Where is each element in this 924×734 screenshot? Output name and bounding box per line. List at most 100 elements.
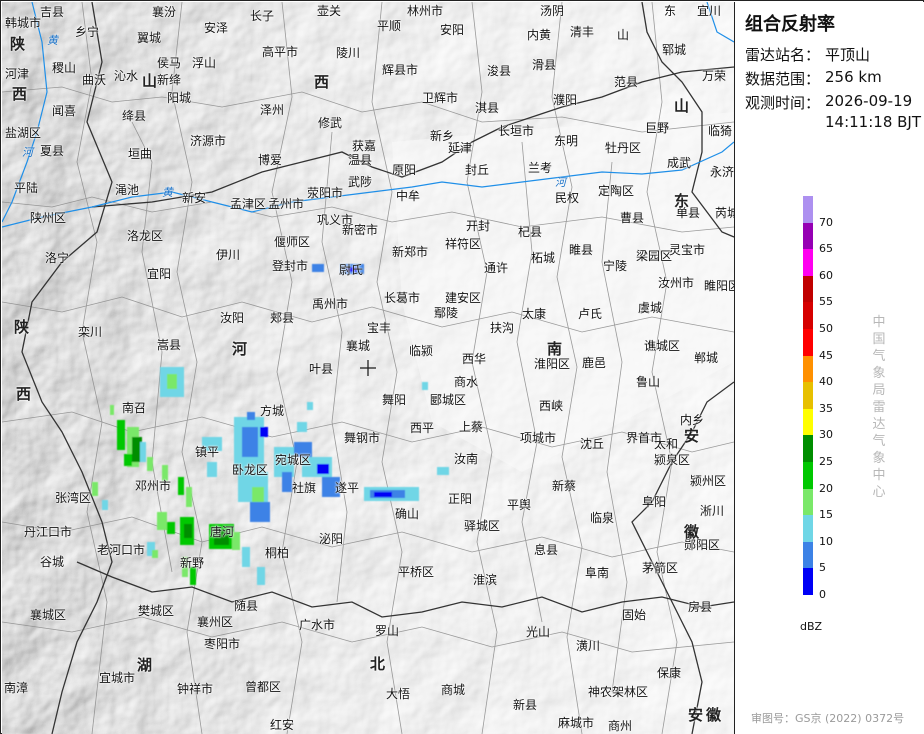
place-label: 正阳	[448, 492, 473, 506]
place-label: 襄汾	[152, 5, 177, 19]
legend-swatch	[803, 541, 813, 569]
place-label: 上蔡	[459, 420, 484, 434]
radar-product-frame: 吉县 乡宁 襄汾 翼城 浮山 安泽 长子 壶关 平顺 林州市 安阳 汤阴 内黄 …	[0, 0, 924, 734]
province-label: 湖	[137, 656, 153, 674]
place-label: 内乡	[680, 413, 705, 427]
place-label: 汤阴	[540, 4, 565, 18]
place-label: 桐柏	[265, 546, 290, 560]
time-clock: 14:11:18 BJT	[825, 113, 922, 131]
legend-tick-label: 0	[819, 588, 826, 601]
place-label: 商城	[441, 683, 466, 697]
place-label: 辉县市	[382, 63, 419, 77]
place-label: 济源市	[190, 134, 227, 148]
river-label: 黄	[162, 186, 173, 199]
map-approval-number: 审图号：GS京 (2022) 0372号	[751, 712, 905, 725]
place-label: 遂平	[335, 481, 360, 495]
place-label: 杞县	[518, 225, 543, 239]
legend-swatch	[803, 355, 813, 383]
place-label: 襄城	[346, 339, 371, 353]
info-panel: 组合反射率 雷达站名： 平顶山 数据范围： 256 km 观测时间： 2026-…	[735, 2, 924, 734]
range-label: 数据范围：	[745, 70, 821, 88]
place-label: 卧龙区	[232, 463, 269, 477]
place-label: 博爱	[258, 153, 283, 167]
place-label: 定陶区	[598, 184, 635, 198]
place-label: 洛宁	[45, 251, 70, 265]
legend-swatch	[803, 488, 813, 516]
legend-swatch	[803, 408, 813, 436]
place-label: 光山	[526, 625, 551, 639]
place-label: 伊川	[216, 248, 241, 262]
place-label: 息县	[534, 543, 559, 557]
place-label: 社旗	[292, 481, 317, 495]
place-label: 浚县	[487, 64, 512, 78]
legend-swatch	[803, 329, 813, 357]
place-label: 郏县	[270, 311, 295, 325]
range-value: 256 km	[825, 68, 882, 86]
place-label: 襄城区	[30, 608, 67, 622]
place-label: 卫辉市	[422, 91, 459, 105]
place-label: 安泽	[204, 21, 229, 35]
place-label: 东明	[554, 134, 579, 148]
place-label: 太康	[522, 307, 547, 321]
place-label: 临颍	[409, 344, 434, 358]
legend-tick-label: 25	[819, 455, 833, 468]
province-label: 南	[547, 340, 563, 358]
place-label: 郾城区	[430, 393, 467, 407]
place-label: 林州市	[407, 4, 444, 18]
place-label: 新郑市	[392, 245, 429, 259]
river-label: 河	[22, 146, 33, 159]
place-label: 山	[617, 28, 630, 42]
place-label: 随县	[234, 599, 259, 613]
legend-swatch	[803, 382, 813, 410]
place-label: 渑池	[115, 183, 140, 197]
place-label: 西峡	[539, 399, 564, 413]
province-label: 陕	[14, 318, 30, 336]
legend-tick-label: 65	[819, 242, 833, 256]
place-label: 项城市	[520, 431, 557, 445]
place-label: 新县	[513, 698, 538, 712]
place-label: 南召	[122, 401, 147, 415]
time-label: 观测时间：	[745, 94, 821, 112]
place-label: 新密市	[342, 223, 379, 237]
range-row: 数据范围： 256 km	[745, 68, 882, 89]
place-label: 安阳	[440, 23, 465, 37]
radar-map[interactable]: 吉县 乡宁 襄汾 翼城 浮山 安泽 长子 壶关 平顺 林州市 安阳 汤阴 内黄 …	[2, 2, 735, 734]
place-label: 谷城	[40, 555, 65, 569]
product-title: 组合反射率	[745, 14, 835, 35]
place-label: 陵川	[336, 46, 361, 60]
place-label: 成武	[667, 156, 692, 170]
place-label: 陕州区	[30, 211, 67, 225]
place-label: 绛县	[122, 109, 147, 123]
place-label: 潢川	[576, 639, 601, 653]
place-label: 滑县	[532, 58, 557, 72]
place-label: 谯城区	[644, 339, 681, 353]
place-label: 沈丘	[580, 437, 605, 451]
place-label: 孟州市	[268, 197, 305, 211]
place-label: 固始	[622, 608, 647, 622]
place-label: 保康	[657, 666, 682, 680]
legend-swatch	[803, 196, 813, 224]
basemap-svg	[2, 2, 734, 734]
place-label: 栾川	[78, 325, 103, 339]
province-label: 河	[232, 340, 248, 358]
legend-tick-label: 15	[819, 508, 833, 522]
place-label: 商州	[608, 719, 633, 733]
place-label: 商水	[454, 375, 479, 389]
place-label: 驿城区	[464, 519, 501, 533]
place-label: 汝南	[454, 452, 479, 466]
place-label: 阜南	[585, 566, 610, 580]
province-label: 安	[684, 427, 700, 445]
legend-unit: dBZ	[800, 620, 823, 633]
province-label: 徽	[706, 706, 722, 724]
place-label: 新安	[182, 191, 207, 205]
place-label: 通许	[484, 261, 509, 275]
issuer-vertical-text: 中国气象局雷达气象中心	[872, 315, 886, 500]
place-label: 登封市	[272, 259, 309, 273]
place-label: 张湾区	[55, 491, 92, 505]
legend-tick-label: 20	[819, 481, 833, 495]
place-label: 壶关	[317, 4, 342, 18]
place-label: 孟津区	[230, 197, 267, 211]
place-label: 西平	[410, 421, 435, 435]
station-row: 雷达站名： 平顶山	[745, 44, 870, 65]
place-label: 新野	[180, 556, 205, 570]
